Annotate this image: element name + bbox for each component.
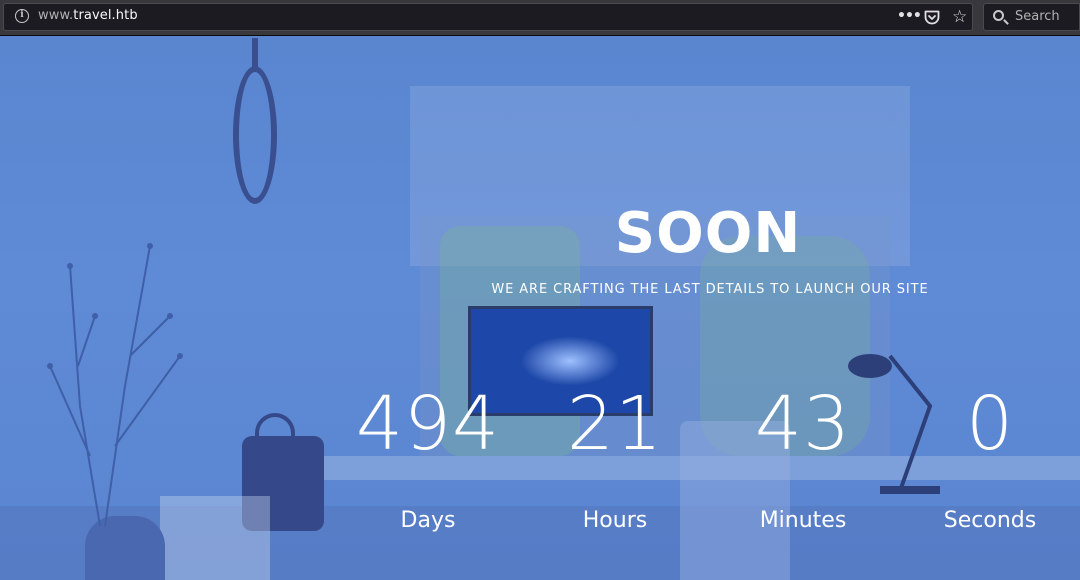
url-prefix: www. [38, 8, 74, 23]
url-text[interactable]: www.travel.htb [38, 8, 138, 23]
background-branches [47, 243, 183, 526]
ellipsis-icon[interactable]: ••• [897, 7, 922, 27]
browser-toolbar: i www.travel.htb ••• ☆ Search [0, 0, 1080, 36]
pocket-icon[interactable] [924, 10, 940, 25]
page-title: SOON [614, 201, 802, 266]
coming-soon-page: SOON WE ARE CRAFTING THE LAST DETAILS TO… [0, 36, 1080, 580]
countdown-days-value: 494 [355, 381, 501, 467]
background-mirror [233, 66, 277, 204]
countdown-days-label: Days [400, 508, 456, 533]
url-bar[interactable]: i www.travel.htb ••• ☆ [3, 3, 973, 31]
countdown-hours-label: Hours [582, 508, 648, 533]
url-host: travel.htb [73, 8, 138, 23]
star-icon[interactable]: ☆ [952, 8, 967, 26]
site-info-icon[interactable]: i [15, 9, 29, 23]
countdown-seconds-value: 0 [965, 381, 1015, 467]
countdown-minutes-value: 43 [754, 381, 852, 467]
search-placeholder: Search [1015, 9, 1060, 24]
mirror-hanger [252, 38, 258, 68]
countdown-hours-value: 21 [566, 381, 664, 467]
countdown-minutes-label: Minutes [759, 508, 847, 533]
search-bar[interactable]: Search [983, 3, 1080, 31]
page-subtitle: WE ARE CRAFTING THE LAST DETAILS TO LAUN… [491, 282, 929, 297]
countdown-seconds-label: Seconds [943, 508, 1037, 533]
monitor-glow [520, 336, 620, 386]
search-icon [993, 10, 1004, 21]
